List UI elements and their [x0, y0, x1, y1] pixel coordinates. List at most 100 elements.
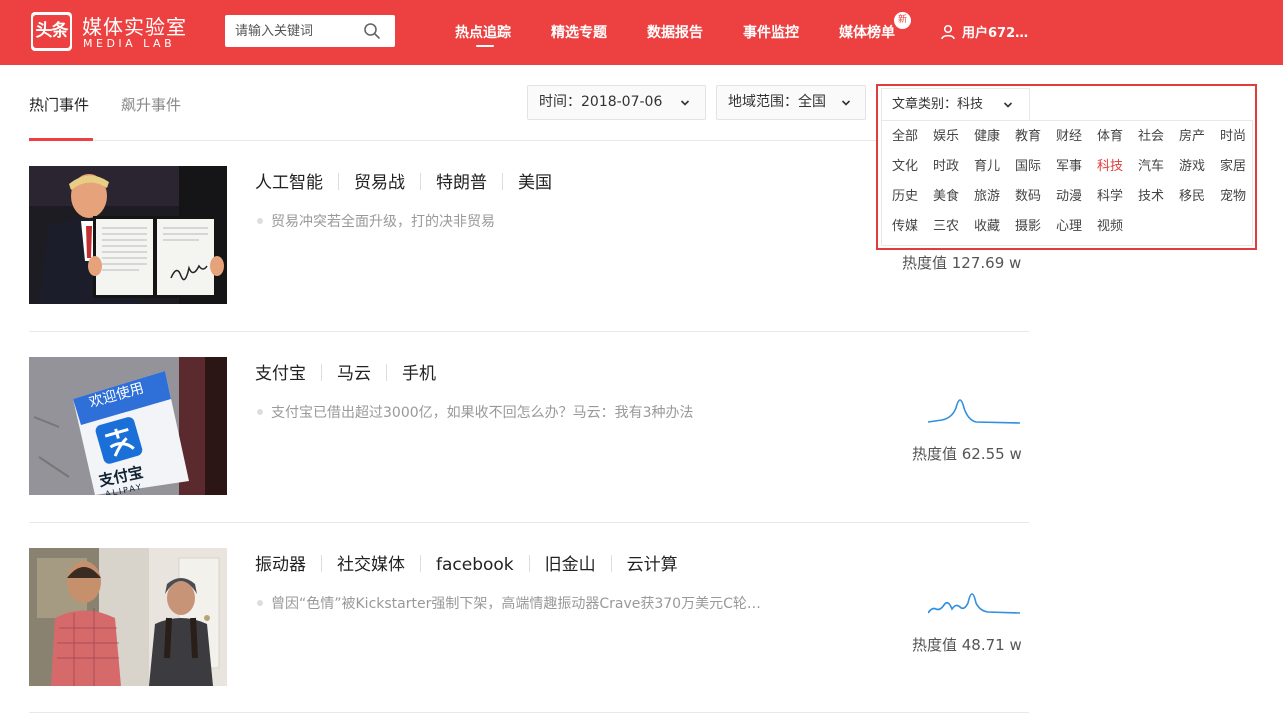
category-option[interactable]: 三农 — [927, 215, 965, 234]
event-tag[interactable]: 手机 — [402, 364, 436, 384]
category-option[interactable]: 文化 — [886, 155, 924, 174]
category-option[interactable]: 教育 — [1009, 125, 1047, 144]
category-option[interactable]: 心理 — [1050, 215, 1088, 234]
category-option[interactable]: 数码 — [1009, 185, 1047, 204]
tab-hot-events[interactable]: 热门事件 — [29, 94, 89, 115]
event-summary-text: 支付宝已借出超过3000亿，如果收不回怎么办？马云：我有3种办法 — [271, 405, 694, 421]
heat-value: 热度值 48.71 w — [912, 636, 1022, 654]
category-option[interactable]: 家居 — [1214, 155, 1252, 174]
bullet-dot — [257, 409, 263, 415]
event-thumbnail[interactable] — [29, 166, 227, 304]
search-input[interactable] — [225, 15, 365, 47]
heat-value: 热度值 62.55 w — [912, 445, 1022, 463]
category-option[interactable]: 国际 — [1009, 155, 1047, 174]
region-filter[interactable]: 地域范围：全国 — [716, 85, 866, 120]
event-photo-image — [29, 166, 227, 304]
nav-data-reports[interactable]: 数据报告 — [647, 22, 703, 42]
category-option[interactable]: 全部 — [886, 125, 924, 144]
user-icon — [941, 24, 955, 40]
region-filter-label: 地域范围：全国 — [728, 94, 826, 110]
tag-separator — [338, 173, 339, 190]
event-tag[interactable]: 云计算 — [627, 555, 678, 575]
tab-rising-events[interactable]: 飙升事件 — [121, 94, 181, 115]
category-option[interactable]: 技术 — [1132, 185, 1170, 204]
event-summary-text: 曾因“色情”被Kickstarter强制下架，高端情趣振动器Crave获370万… — [271, 596, 761, 612]
category-option[interactable]: 汽车 — [1132, 155, 1170, 174]
category-option[interactable]: 移民 — [1173, 185, 1211, 204]
event-tag[interactable]: 特朗普 — [436, 173, 487, 193]
nav-hot-tracking[interactable]: 热点追踪 — [455, 22, 511, 42]
category-option[interactable]: 科技 — [1091, 155, 1129, 174]
category-option[interactable]: 娱乐 — [927, 125, 965, 144]
event-tag[interactable]: 社交媒体 — [337, 555, 405, 575]
event-tag[interactable]: 马云 — [337, 364, 371, 384]
event-tag[interactable]: 贸易战 — [354, 173, 405, 193]
row-divider — [29, 331, 1029, 332]
row-divider — [29, 522, 1029, 523]
category-option[interactable]: 时政 — [927, 155, 965, 174]
event-tags: 支付宝 马云 手机 — [255, 359, 436, 384]
tag-separator — [321, 364, 322, 381]
event-summary[interactable]: 曾因“色情”被Kickstarter强制下架，高端情趣振动器Crave获370万… — [257, 593, 761, 613]
category-option[interactable]: 收藏 — [968, 215, 1006, 234]
active-tab-indicator — [29, 138, 93, 141]
event-thumbnail[interactable]: 欢迎使用 支付宝 ALIPAY — [29, 357, 227, 495]
event-summary[interactable]: 贸易冲突若全面升级，打的决非贸易 — [257, 211, 495, 231]
top-header: 头条 媒体实验室 MEDIA LAB 热点追踪 精选专题 数据报告 事件监控 媒… — [0, 0, 1283, 65]
event-tag[interactable]: 支付宝 — [255, 364, 306, 384]
brand-name: 媒体实验室 — [82, 15, 187, 39]
event-summary[interactable]: 支付宝已借出超过3000亿，如果收不回怎么办？马云：我有3种办法 — [257, 402, 694, 422]
nav-media-ranking[interactable]: 媒体榜单 — [839, 22, 895, 42]
search-icon[interactable] — [363, 22, 381, 40]
category-option[interactable]: 健康 — [968, 125, 1006, 144]
event-tag[interactable]: facebook — [436, 555, 514, 575]
event-thumbnail[interactable] — [29, 548, 227, 686]
tag-separator — [502, 173, 503, 190]
category-filter-label: 文章类别：科技 — [892, 97, 984, 112]
user-menu[interactable]: 用户672… — [940, 22, 1028, 41]
category-filter[interactable]: 文章类别：科技 — [881, 88, 1030, 121]
event-tag[interactable]: 旧金山 — [545, 555, 596, 575]
heat-trend-sparkline — [928, 593, 1020, 614]
tag-separator — [528, 555, 530, 572]
bullet-dot — [257, 600, 263, 606]
user-name: 用户672… — [962, 26, 1029, 41]
category-option[interactable]: 宠物 — [1214, 185, 1252, 204]
category-option[interactable]: 视频 — [1091, 215, 1129, 234]
category-option[interactable]: 动漫 — [1050, 185, 1088, 204]
nav-event-monitor[interactable]: 事件监控 — [743, 22, 799, 42]
category-option[interactable]: 旅游 — [968, 185, 1006, 204]
heat-trend-sparkline — [928, 399, 1020, 424]
category-option[interactable]: 美食 — [927, 185, 965, 204]
category-option[interactable]: 传媒 — [886, 215, 924, 234]
category-option[interactable]: 育儿 — [968, 155, 1006, 174]
event-photo-image — [29, 548, 227, 686]
category-option[interactable]: 历史 — [886, 185, 924, 204]
time-filter-label: 时间：2018-07-06 — [539, 94, 663, 110]
new-badge: 新 — [894, 12, 911, 29]
toutiao-logo[interactable]: 头条 — [31, 12, 72, 51]
category-option[interactable]: 财经 — [1050, 125, 1088, 144]
category-option[interactable]: 社会 — [1132, 125, 1170, 144]
time-filter[interactable]: 时间：2018-07-06 — [527, 85, 706, 120]
chevron-down-icon — [841, 100, 851, 106]
event-tag[interactable]: 振动器 — [255, 555, 306, 575]
category-option[interactable]: 科学 — [1091, 185, 1129, 204]
tag-separator — [610, 555, 612, 572]
event-tag[interactable]: 人工智能 — [255, 173, 323, 193]
category-option[interactable]: 游戏 — [1173, 155, 1211, 174]
category-filter-highlight: 文章类别：科技 全部 娱乐 健康 教育 财经 体育 社会 房产 时尚文化 时政 育儿 国际 军事 科技 汽车… — [876, 84, 1257, 250]
brand-subtitle: MEDIA LAB — [83, 37, 176, 50]
event-tag[interactable]: 美国 — [518, 173, 552, 193]
category-option[interactable]: 体育 — [1091, 125, 1129, 144]
search-box — [225, 15, 395, 47]
tag-separator — [321, 555, 322, 572]
category-option[interactable]: 房产 — [1173, 125, 1211, 144]
bullet-dot — [257, 218, 263, 224]
category-option[interactable]: 军事 — [1050, 155, 1088, 174]
nav-featured-topics[interactable]: 精选专题 — [551, 22, 607, 42]
row-divider — [29, 712, 1029, 713]
category-option[interactable]: 时尚 — [1214, 125, 1252, 144]
event-summary-text: 贸易冲突若全面升级，打的决非贸易 — [271, 214, 495, 230]
category-option[interactable]: 摄影 — [1009, 215, 1047, 234]
